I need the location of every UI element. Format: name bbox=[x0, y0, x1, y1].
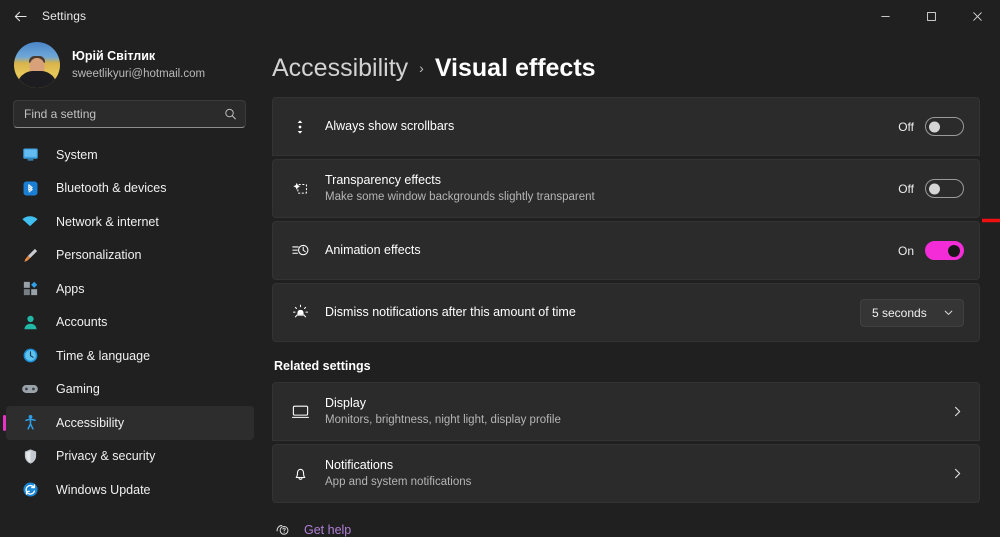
person-icon bbox=[20, 312, 40, 332]
related-item-subtitle: App and system notifications bbox=[325, 476, 472, 489]
sidebar-item-label: Apps bbox=[56, 281, 85, 296]
account-header[interactable]: Юрій Світлик sweetlikyuri@hotmail.com bbox=[0, 32, 260, 96]
settings-window: Settings Юрій Світлик sweetlikyuri@hotma… bbox=[0, 0, 1000, 537]
setting-card-transparency-effects[interactable]: Transparency effects Make some window ba… bbox=[272, 159, 980, 218]
breadcrumb-parent[interactable]: Accessibility bbox=[272, 54, 408, 83]
setting-title: Always show scrollbars bbox=[325, 119, 455, 134]
chevron-down-icon bbox=[943, 307, 954, 318]
setting-card-always-show-scrollbars[interactable]: Always show scrollbars Off bbox=[272, 97, 980, 156]
sidebar-item-accessibility[interactable]: Accessibility bbox=[6, 406, 254, 440]
window-body: Юрій Світлик sweetlikyuri@hotmail.com Fi… bbox=[0, 32, 1000, 537]
minimize-button[interactable] bbox=[862, 0, 908, 32]
sidebar-item-personalization[interactable]: Personalization bbox=[6, 239, 254, 273]
dropdown-selected-value: 5 seconds bbox=[872, 305, 927, 320]
related-settings-group: Display Monitors, brightness, night ligh… bbox=[272, 382, 980, 503]
sidebar-item-label: Windows Update bbox=[56, 482, 151, 497]
sidebar-item-windows-update[interactable]: Windows Update bbox=[6, 473, 254, 507]
sidebar-item-label: Privacy & security bbox=[56, 449, 156, 464]
always-show-scrollbars-toggle[interactable] bbox=[925, 117, 964, 136]
apps-icon bbox=[20, 279, 40, 299]
monitor-icon bbox=[287, 402, 313, 421]
sidebar-item-label: Gaming bbox=[56, 382, 100, 397]
gamepad-icon bbox=[20, 379, 40, 399]
page-title: Visual effects bbox=[434, 54, 596, 82]
breadcrumb-separator-icon: › bbox=[419, 60, 424, 76]
toggle-state-label: Off bbox=[898, 119, 914, 134]
transparency-effects-toggle[interactable] bbox=[925, 179, 964, 198]
setting-card-animation-effects[interactable]: Animation effects On bbox=[272, 221, 980, 280]
sidebar-nav: System Bluetooth & devices Network & int… bbox=[0, 138, 260, 507]
sidebar-item-privacy-security[interactable]: Privacy & security bbox=[6, 440, 254, 474]
sidebar-item-label: Network & internet bbox=[56, 214, 159, 229]
bell-icon bbox=[287, 464, 313, 483]
accessibility-icon bbox=[20, 413, 40, 433]
bluetooth-icon bbox=[20, 178, 40, 198]
notification-bell-alert-icon bbox=[287, 303, 313, 322]
sidebar-item-system[interactable]: System bbox=[6, 138, 254, 172]
sidebar-item-bluetooth-devices[interactable]: Bluetooth & devices bbox=[6, 172, 254, 206]
window-title: Settings bbox=[42, 9, 87, 23]
back-button[interactable] bbox=[0, 0, 40, 32]
account-name: Юрій Світлик bbox=[72, 49, 156, 63]
search-icon[interactable] bbox=[224, 108, 237, 121]
animation-icon bbox=[287, 242, 313, 260]
setting-subtitle: Make some window backgrounds slightly tr… bbox=[325, 191, 595, 204]
breadcrumb: Accessibility › Visual effects bbox=[272, 32, 980, 97]
get-help-label: Get help bbox=[304, 522, 352, 537]
maximize-button[interactable] bbox=[908, 0, 954, 32]
annotation-arrow bbox=[982, 218, 1000, 223]
wifi-icon bbox=[20, 212, 40, 232]
chevron-right-icon bbox=[951, 405, 964, 418]
related-item-display[interactable]: Display Monitors, brightness, night ligh… bbox=[272, 382, 980, 441]
close-button[interactable] bbox=[954, 0, 1000, 32]
animation-effects-toggle[interactable] bbox=[925, 241, 964, 260]
clock-icon bbox=[20, 346, 40, 366]
setting-card-dismiss-notifications[interactable]: Dismiss notifications after this amount … bbox=[272, 283, 980, 342]
transparency-icon bbox=[287, 180, 313, 198]
setting-title: Animation effects bbox=[325, 243, 421, 258]
related-item-title: Notifications bbox=[325, 457, 394, 472]
sidebar-item-label: Accounts bbox=[56, 315, 108, 330]
setting-title: Transparency effects bbox=[325, 172, 442, 187]
search-container bbox=[0, 96, 260, 128]
visual-effects-settings-group: Always show scrollbars Off Transparency … bbox=[272, 97, 980, 342]
search-box[interactable] bbox=[13, 100, 246, 128]
sidebar-item-label: System bbox=[56, 147, 98, 162]
account-email: sweetlikyuri@hotmail.com bbox=[72, 67, 206, 80]
window-controls bbox=[862, 0, 1000, 32]
toggle-state-label: On bbox=[897, 243, 914, 258]
system-icon bbox=[20, 145, 40, 165]
toggle-state-label: Off bbox=[898, 181, 914, 196]
shield-icon bbox=[20, 446, 40, 466]
sidebar-item-time-language[interactable]: Time & language bbox=[6, 339, 254, 373]
sidebar-item-label: Bluetooth & devices bbox=[56, 181, 167, 196]
sidebar-item-apps[interactable]: Apps bbox=[6, 272, 254, 306]
related-item-title: Display bbox=[325, 395, 366, 410]
main-content: Accessibility › Visual effects Always sh… bbox=[260, 32, 1000, 537]
sidebar-item-label: Personalization bbox=[56, 248, 142, 263]
related-item-subtitle: Monitors, brightness, night light, displ… bbox=[325, 414, 561, 427]
sidebar-item-gaming[interactable]: Gaming bbox=[6, 373, 254, 407]
help-question-icon bbox=[274, 521, 291, 537]
sidebar: Юрій Світлик sweetlikyuri@hotmail.com Fi… bbox=[0, 32, 260, 537]
dismiss-notifications-dropdown[interactable]: 5 seconds bbox=[860, 298, 964, 327]
sidebar-item-accounts[interactable]: Accounts bbox=[6, 306, 254, 340]
get-help-link[interactable]: Get help bbox=[272, 521, 980, 537]
avatar bbox=[14, 42, 60, 88]
title-bar: Settings bbox=[0, 0, 1000, 32]
setting-title: Dismiss notifications after this amount … bbox=[325, 305, 576, 320]
scrollbar-icon bbox=[287, 118, 313, 136]
chevron-right-icon bbox=[951, 467, 964, 480]
sidebar-item-label: Accessibility bbox=[56, 415, 125, 430]
search-input[interactable] bbox=[24, 107, 217, 121]
update-icon bbox=[20, 480, 40, 500]
related-settings-heading: Related settings bbox=[274, 359, 371, 373]
sidebar-item-label: Time & language bbox=[56, 348, 151, 363]
paintbrush-icon bbox=[20, 245, 40, 265]
sidebar-item-network-internet[interactable]: Network & internet bbox=[6, 205, 254, 239]
related-item-notifications[interactable]: Notifications App and system notificatio… bbox=[272, 444, 980, 503]
